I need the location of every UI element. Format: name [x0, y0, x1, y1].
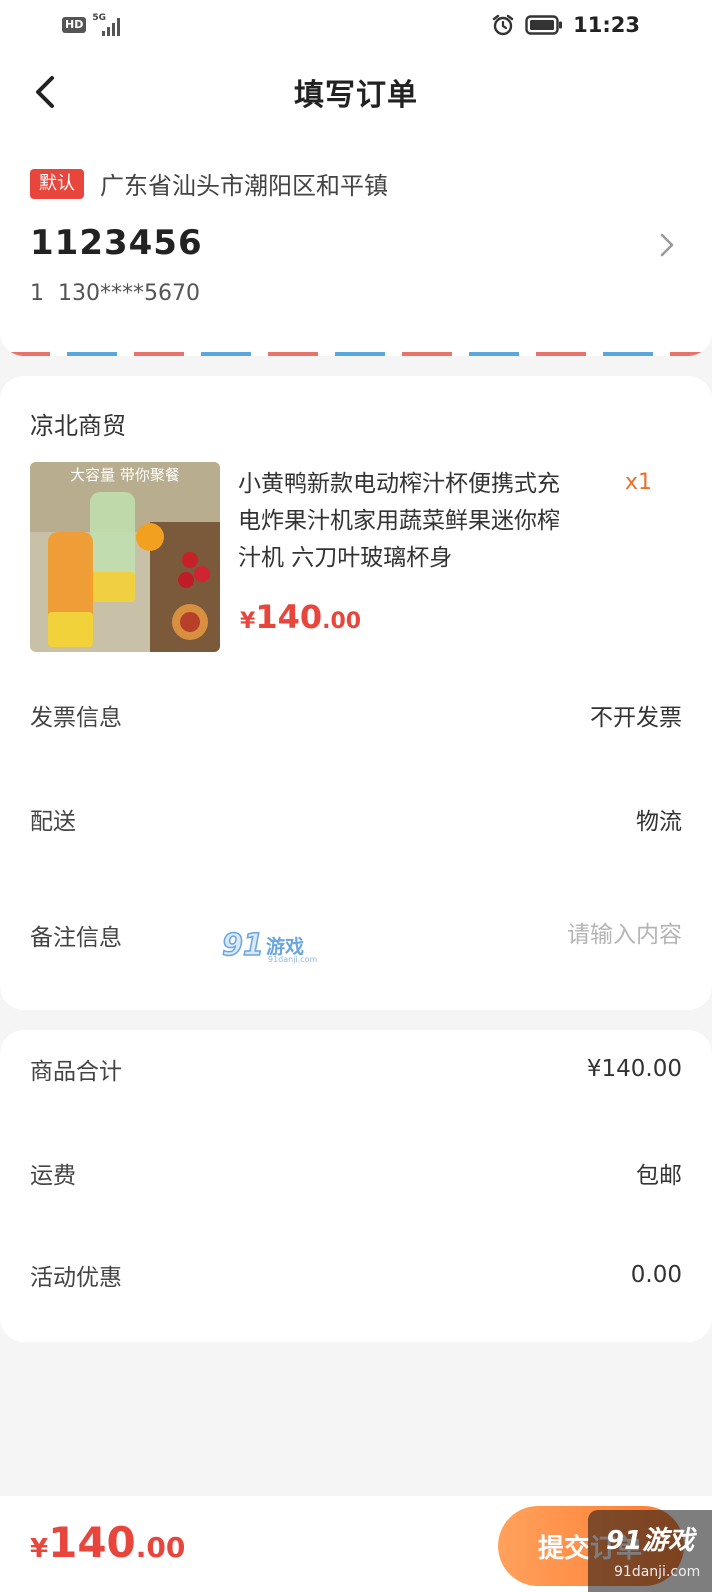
contact-name: 1 [30, 281, 44, 306]
remark-row: 备注信息 [30, 918, 682, 952]
product-price-currency: ¥ [240, 609, 256, 634]
shipping-value: 包邮 [636, 1163, 682, 1189]
total-integer: 140 [48, 1518, 136, 1567]
product-price-decimal: .00 [322, 609, 362, 634]
corner-watermark-brand: 91游戏 [606, 1526, 695, 1556]
invoice-value: 不开发票 [590, 705, 682, 731]
default-address-badge: 默认 [30, 168, 84, 199]
address-region-row: 默认 广东省汕头市潮阳区和平镇 [30, 166, 682, 201]
address-card[interactable]: 默认 广东省汕头市潮阳区和平镇 1123456 1 130****5670 [0, 134, 712, 356]
remark-label: 备注信息 [30, 925, 122, 951]
delivery-label: 配送 [30, 809, 76, 835]
product-price: ¥140.00 [240, 598, 361, 636]
total-decimal: .00 [135, 1531, 186, 1564]
status-right: 11:23 [491, 13, 640, 37]
watermark-logo: 91 游戏 91danji.com [221, 927, 322, 968]
corner-watermark-url: 91danji.com [614, 1564, 701, 1580]
page-title: 填写订单 [294, 78, 418, 113]
signal-bars [102, 18, 121, 36]
nav-bar: 填写订单 [0, 50, 712, 134]
corner-watermark: 91游戏 91danji.com [588, 1510, 712, 1592]
chevron-right-icon[interactable] [656, 230, 678, 260]
order-total-price: ¥140.00 [30, 1518, 185, 1567]
discount-label: 活动优惠 [30, 1265, 122, 1291]
contact-phone: 130****5670 [58, 281, 200, 306]
goods-total-label: 商品合计 [30, 1059, 122, 1085]
goods-total-row: 商品合计 ¥140.00 [30, 1052, 682, 1086]
product-quantity: x1 [624, 470, 652, 495]
product-card: 凉北商贸 大容量 带你聚餐 小黄鸭新款电动榨汁杯便携式充电炸果汁机家用蔬菜鲜果迷… [0, 376, 712, 1010]
signal-icon: 5G [92, 13, 128, 36]
product-image[interactable]: 大容量 带你聚餐 [30, 462, 220, 652]
shipping-label: 运费 [30, 1163, 76, 1189]
address-contact-row: 1 130****5670 [30, 281, 682, 306]
status-time: 11:23 [573, 13, 640, 37]
watermark-number: 91 [221, 927, 264, 964]
invoice-row[interactable]: 发票信息 不开发票 [30, 698, 682, 732]
goods-total-value: ¥140.00 [586, 1056, 682, 1082]
product-price-integer: 140 [255, 598, 323, 636]
invoice-label: 发票信息 [30, 705, 122, 731]
envelope-stripe [0, 352, 712, 356]
delivery-value: 物流 [636, 809, 682, 835]
order-page: HD 5G 11:23 填写订单 默认 广东省汕头市潮阳区和平镇 1123456… [0, 0, 712, 1592]
status-bar: HD 5G 11:23 [0, 0, 712, 50]
shipping-row: 运费 包邮 [30, 1156, 682, 1190]
discount-value: 0.00 [630, 1262, 682, 1288]
total-currency: ¥ [30, 1534, 49, 1564]
alarm-icon [492, 14, 514, 36]
hd-badge: HD [62, 17, 87, 33]
battery-icon [525, 15, 563, 35]
remark-input[interactable] [422, 922, 682, 948]
discount-row[interactable]: 活动优惠 0.00 [30, 1258, 682, 1292]
product-title[interactable]: 小黄鸭新款电动榨汁杯便携式充电炸果汁机家用蔬菜鲜果迷你榨汁机 六刀叶玻璃杯身 [238, 466, 578, 577]
address-region: 广东省汕头市潮阳区和平镇 [100, 172, 388, 200]
status-left: HD 5G [62, 13, 128, 36]
address-detail: 1123456 [30, 223, 203, 263]
product-image-caption: 大容量 带你聚餐 [70, 466, 180, 484]
shop-name: 凉北商贸 [30, 412, 126, 440]
delivery-row[interactable]: 配送 物流 [30, 802, 682, 836]
watermark-url: 91danji.com [268, 955, 318, 964]
summary-card: 商品合计 ¥140.00 运费 包邮 活动优惠 0.00 [0, 1030, 712, 1342]
back-arrow-icon[interactable] [28, 72, 68, 112]
